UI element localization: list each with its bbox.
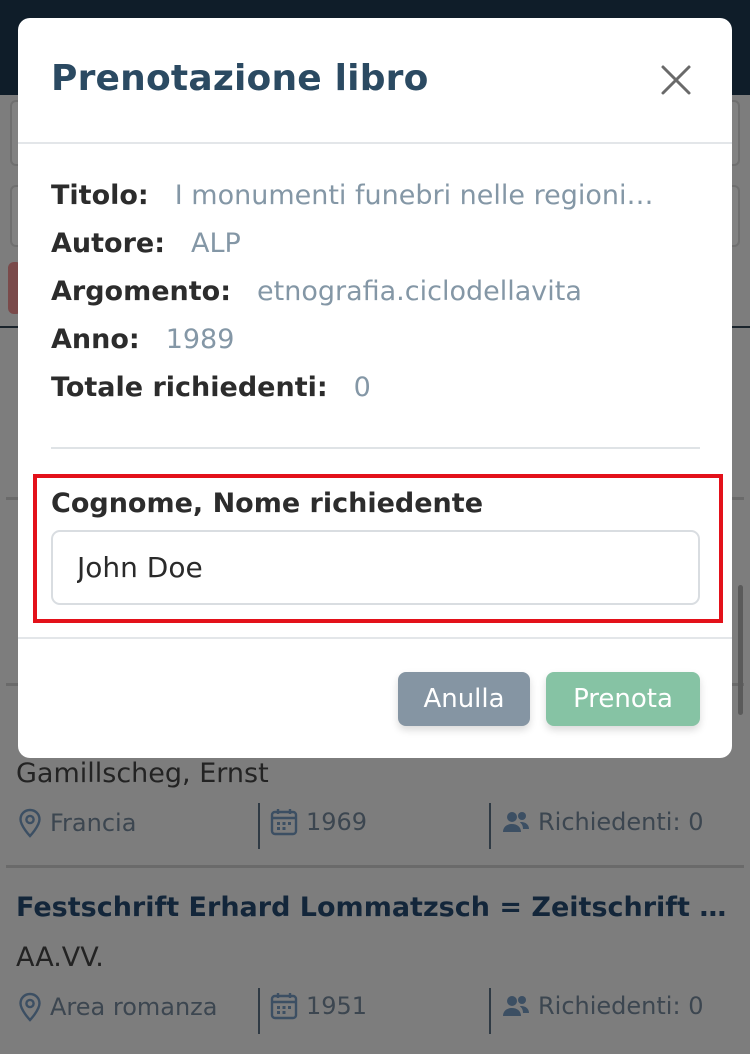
detail-value: ALP — [191, 228, 241, 259]
list-item-author: AA.VV. — [16, 942, 104, 973]
list-item-requests: Richiedenti: 0 — [502, 808, 703, 836]
book-button[interactable]: Prenota — [546, 672, 700, 726]
list-item-year: 1951 — [270, 992, 367, 1020]
detail-label: Argomento: — [51, 276, 232, 307]
list-item-year: 1969 — [270, 808, 367, 836]
detail-label: Titolo: — [51, 180, 149, 211]
requester-label: Cognome, Nome richiedente — [51, 488, 483, 519]
list-item-title[interactable]: Festschrift Erhard Lommatzsch = Zeitschr… — [16, 892, 730, 923]
place-text: Area romanza — [50, 993, 218, 1021]
scrollbar[interactable] — [738, 585, 743, 715]
calendar-icon — [270, 809, 298, 836]
footer-divider — [18, 637, 732, 639]
place-text: Francia — [50, 809, 137, 837]
meta-separator — [258, 988, 260, 1034]
meta-separator — [258, 803, 260, 849]
meta-separator — [489, 803, 491, 849]
detail-value: 0 — [353, 372, 371, 403]
book-details: Titolo: I monumenti funebri nelle region… — [51, 180, 701, 420]
detail-value: 1989 — [165, 324, 235, 355]
detail-value: etnografia.ciclodellavita — [257, 276, 582, 307]
row-divider — [6, 865, 744, 868]
modal-title: Prenotazione libro — [51, 58, 429, 99]
detail-label: Totale richiedenti: — [51, 372, 328, 403]
detail-row-title: Titolo: I monumenti funebri nelle region… — [51, 180, 701, 228]
detail-label: Anno: — [51, 324, 140, 355]
close-button[interactable] — [654, 58, 698, 102]
booking-modal: Prenotazione libro Titolo: I monumenti f… — [18, 18, 732, 758]
list-item-requests: Richiedenti: 0 — [502, 992, 703, 1020]
list-item-author: Gamillscheg, Ernst — [16, 758, 269, 789]
detail-value: I monumenti funebri nelle regioni… — [174, 180, 654, 211]
requests-text: Richiedenti: 0 — [538, 808, 704, 836]
requester-name-input[interactable] — [51, 530, 700, 605]
close-icon — [661, 65, 691, 95]
users-icon — [503, 996, 529, 1016]
calendar-icon — [270, 993, 298, 1020]
map-pin-icon — [19, 808, 41, 838]
list-item-place: Francia — [18, 808, 136, 838]
detail-row-year: Anno: 1989 — [51, 324, 701, 372]
year-text: 1969 — [306, 808, 368, 836]
list-item-place: Area romanza — [18, 992, 217, 1022]
meta-separator — [489, 988, 491, 1034]
cancel-button[interactable]: Anulla — [398, 672, 530, 726]
map-pin-icon — [19, 992, 41, 1022]
detail-row-requests: Totale richiedenti: 0 — [51, 372, 701, 420]
detail-label: Autore: — [51, 228, 165, 259]
details-divider — [51, 447, 700, 449]
modal-header: Prenotazione libro — [18, 18, 732, 144]
requests-text: Richiedenti: 0 — [538, 992, 704, 1020]
detail-row-topic: Argomento: etnografia.ciclodellavita — [51, 276, 701, 324]
detail-row-author: Autore: ALP — [51, 228, 701, 276]
users-icon — [503, 812, 529, 832]
year-text: 1951 — [306, 992, 368, 1020]
